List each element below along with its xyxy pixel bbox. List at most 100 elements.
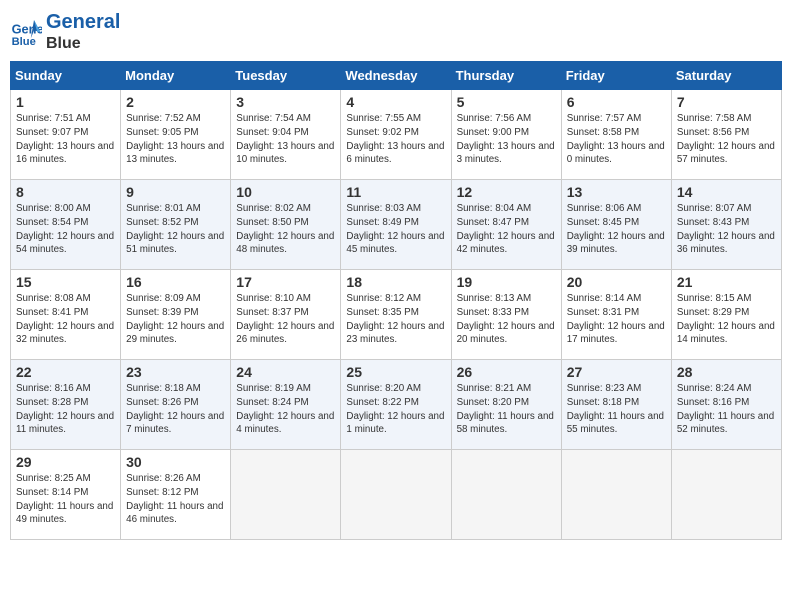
calendar-cell: 8 Sunrise: 8:00 AM Sunset: 8:54 PM Daylig… (11, 180, 121, 270)
day-info: Sunrise: 8:02 AM Sunset: 8:50 PM Dayligh… (236, 202, 335, 257)
day-info: Sunrise: 7:55 AM Sunset: 9:02 PM Dayligh… (346, 112, 445, 167)
day-number: 14 (677, 184, 776, 200)
calendar-week-4: 22 Sunrise: 8:16 AM Sunset: 8:28 PM Dayli… (11, 360, 782, 450)
day-info: Sunrise: 8:07 AM Sunset: 8:43 PM Dayligh… (677, 202, 776, 257)
calendar-week-5: 29Sunrise: 8:25 AM Sunset: 8:14 PM Dayli… (11, 450, 782, 540)
day-number: 15 (16, 274, 115, 290)
day-number: 22 (16, 364, 115, 380)
day-number: 2 (126, 94, 225, 110)
calendar-cell: 15 Sunrise: 8:08 AM Sunset: 8:41 PM Dayli… (11, 270, 121, 360)
column-header-monday: Monday (121, 62, 231, 90)
calendar-cell: 2Sunrise: 7:52 AM Sunset: 9:05 PM Daylig… (121, 90, 231, 180)
day-info: Sunrise: 8:26 AM Sunset: 8:12 PM Dayligh… (126, 472, 225, 527)
calendar-cell: 20 Sunrise: 8:14 AM Sunset: 8:31 PM Dayli… (561, 270, 671, 360)
day-number: 6 (567, 94, 666, 110)
logo-icon: General Blue (10, 16, 42, 48)
day-number: 9 (126, 184, 225, 200)
calendar-cell: 10 Sunrise: 8:02 AM Sunset: 8:50 PM Dayli… (231, 180, 341, 270)
calendar-cell: 18 Sunrise: 8:12 AM Sunset: 8:35 PM Dayli… (341, 270, 451, 360)
day-info: Sunrise: 7:54 AM Sunset: 9:04 PM Dayligh… (236, 112, 335, 167)
day-info: Sunrise: 8:08 AM Sunset: 8:41 PM Dayligh… (16, 292, 115, 347)
day-number: 21 (677, 274, 776, 290)
calendar-cell: 16 Sunrise: 8:09 AM Sunset: 8:39 PM Dayli… (121, 270, 231, 360)
day-info: Sunrise: 8:00 AM Sunset: 8:54 PM Dayligh… (16, 202, 115, 257)
calendar-week-3: 15 Sunrise: 8:08 AM Sunset: 8:41 PM Dayli… (11, 270, 782, 360)
day-number: 10 (236, 184, 335, 200)
calendar-cell: 25Sunrise: 8:20 AM Sunset: 8:22 PM Dayli… (341, 360, 451, 450)
calendar-cell (341, 450, 451, 540)
day-number: 28 (677, 364, 776, 380)
day-number: 27 (567, 364, 666, 380)
day-number: 17 (236, 274, 335, 290)
calendar-cell: 1Sunrise: 7:51 AM Sunset: 9:07 PM Daylig… (11, 90, 121, 180)
day-number: 13 (567, 184, 666, 200)
calendar-cell (671, 450, 781, 540)
day-info: Sunrise: 8:24 AM Sunset: 8:16 PM Dayligh… (677, 382, 776, 437)
day-info: Sunrise: 8:23 AM Sunset: 8:18 PM Dayligh… (567, 382, 666, 437)
logo-blue: Blue (46, 34, 120, 53)
calendar-cell: 17 Sunrise: 8:10 AM Sunset: 8:37 PM Dayli… (231, 270, 341, 360)
day-number: 7 (677, 94, 776, 110)
day-number: 25 (346, 364, 445, 380)
calendar-cell (231, 450, 341, 540)
calendar-cell: 24 Sunrise: 8:19 AM Sunset: 8:24 PM Dayli… (231, 360, 341, 450)
day-number: 3 (236, 94, 335, 110)
calendar-cell: 12 Sunrise: 8:04 AM Sunset: 8:47 PM Dayli… (451, 180, 561, 270)
column-header-friday: Friday (561, 62, 671, 90)
logo: General Blue General Blue (10, 10, 120, 53)
day-info: Sunrise: 8:14 AM Sunset: 8:31 PM Dayligh… (567, 292, 666, 347)
column-header-wednesday: Wednesday (341, 62, 451, 90)
calendar-cell: 13 Sunrise: 8:06 AM Sunset: 8:45 PM Dayli… (561, 180, 671, 270)
day-number: 12 (457, 184, 556, 200)
day-number: 24 (236, 364, 335, 380)
day-number: 16 (126, 274, 225, 290)
calendar-cell: 28 Sunrise: 8:24 AM Sunset: 8:16 PM Dayli… (671, 360, 781, 450)
calendar-cell: 5 Sunrise: 7:56 AM Sunset: 9:00 PM Daylig… (451, 90, 561, 180)
column-header-thursday: Thursday (451, 62, 561, 90)
day-number: 4 (346, 94, 445, 110)
day-info: Sunrise: 8:06 AM Sunset: 8:45 PM Dayligh… (567, 202, 666, 257)
calendar-week-2: 8 Sunrise: 8:00 AM Sunset: 8:54 PM Daylig… (11, 180, 782, 270)
day-info: Sunrise: 8:01 AM Sunset: 8:52 PM Dayligh… (126, 202, 225, 257)
day-info: Sunrise: 7:56 AM Sunset: 9:00 PM Dayligh… (457, 112, 556, 167)
day-number: 23 (126, 364, 225, 380)
day-number: 8 (16, 184, 115, 200)
logo-general: General (46, 10, 120, 34)
day-number: 18 (346, 274, 445, 290)
calendar-cell: 4 Sunrise: 7:55 AM Sunset: 9:02 PM Daylig… (341, 90, 451, 180)
day-info: Sunrise: 8:12 AM Sunset: 8:35 PM Dayligh… (346, 292, 445, 347)
day-info: Sunrise: 7:57 AM Sunset: 8:58 PM Dayligh… (567, 112, 666, 167)
calendar-cell: 29Sunrise: 8:25 AM Sunset: 8:14 PM Dayli… (11, 450, 121, 540)
day-info: Sunrise: 8:13 AM Sunset: 8:33 PM Dayligh… (457, 292, 556, 347)
calendar-cell (561, 450, 671, 540)
calendar-cell: 3 Sunrise: 7:54 AM Sunset: 9:04 PM Daylig… (231, 90, 341, 180)
day-info: Sunrise: 8:09 AM Sunset: 8:39 PM Dayligh… (126, 292, 225, 347)
day-number: 11 (346, 184, 445, 200)
calendar-cell (451, 450, 561, 540)
day-info: Sunrise: 8:25 AM Sunset: 8:14 PM Dayligh… (16, 472, 115, 527)
header: General Blue General Blue (10, 10, 782, 53)
day-info: Sunrise: 8:03 AM Sunset: 8:49 PM Dayligh… (346, 202, 445, 257)
day-info: Sunrise: 8:16 AM Sunset: 8:28 PM Dayligh… (16, 382, 115, 437)
calendar-table: SundayMondayTuesdayWednesdayThursdayFrid… (10, 61, 782, 540)
day-info: Sunrise: 8:21 AM Sunset: 8:20 PM Dayligh… (457, 382, 556, 437)
day-info: Sunrise: 8:15 AM Sunset: 8:29 PM Dayligh… (677, 292, 776, 347)
day-info: Sunrise: 8:10 AM Sunset: 8:37 PM Dayligh… (236, 292, 335, 347)
calendar-cell: 30 Sunrise: 8:26 AM Sunset: 8:12 PM Dayli… (121, 450, 231, 540)
column-header-saturday: Saturday (671, 62, 781, 90)
calendar-week-1: 1Sunrise: 7:51 AM Sunset: 9:07 PM Daylig… (11, 90, 782, 180)
day-number: 30 (126, 454, 225, 470)
calendar-cell: 26Sunrise: 8:21 AM Sunset: 8:20 PM Dayli… (451, 360, 561, 450)
day-number: 20 (567, 274, 666, 290)
column-header-tuesday: Tuesday (231, 62, 341, 90)
calendar-cell: 7 Sunrise: 7:58 AM Sunset: 8:56 PM Daylig… (671, 90, 781, 180)
calendar-cell: 27 Sunrise: 8:23 AM Sunset: 8:18 PM Dayli… (561, 360, 671, 450)
day-info: Sunrise: 7:58 AM Sunset: 8:56 PM Dayligh… (677, 112, 776, 167)
calendar-cell: 19 Sunrise: 8:13 AM Sunset: 8:33 PM Dayli… (451, 270, 561, 360)
column-header-sunday: Sunday (11, 62, 121, 90)
calendar-cell: 9 Sunrise: 8:01 AM Sunset: 8:52 PM Daylig… (121, 180, 231, 270)
day-info: Sunrise: 8:04 AM Sunset: 8:47 PM Dayligh… (457, 202, 556, 257)
day-number: 19 (457, 274, 556, 290)
day-info: Sunrise: 8:19 AM Sunset: 8:24 PM Dayligh… (236, 382, 335, 437)
day-number: 5 (457, 94, 556, 110)
